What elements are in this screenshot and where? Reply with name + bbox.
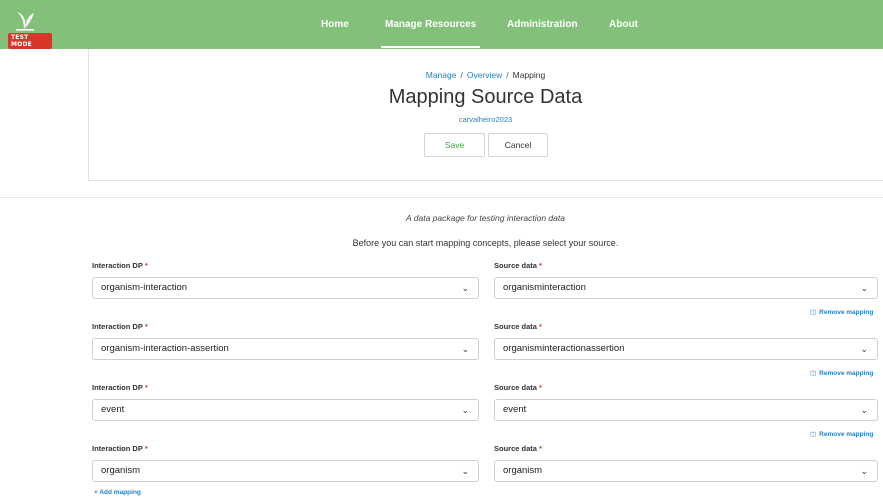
remove-mapping-button[interactable]: ◫ Remove mapping (810, 308, 873, 316)
package-description: A data package for testing interaction d… (406, 213, 565, 223)
test-mode-badge: TEST MODE (8, 33, 52, 49)
cancel-button[interactable]: Cancel (488, 133, 548, 157)
source-data-label: Source data * (494, 383, 542, 392)
chevron-down-icon: ⌄ (461, 283, 469, 293)
breadcrumb-overview[interactable]: Overview (467, 70, 502, 80)
interaction-dp-select[interactable]: event ⌄ (92, 399, 479, 421)
top-navigation-bar: TEST MODE Home Manage Resources Administ… (0, 0, 883, 49)
trash-icon: ◫ (810, 431, 817, 438)
dataset-id: carvalheiro2023 (458, 115, 513, 124)
breadcrumb: Manage / Overview / Mapping (88, 70, 883, 80)
nav-administration[interactable]: Administration (507, 0, 578, 49)
save-button[interactable]: Save (424, 133, 485, 157)
source-data-label: Source data * (494, 322, 542, 331)
remove-mapping-button[interactable]: ◫ Remove mapping (810, 430, 873, 438)
chevron-down-icon: ⌄ (860, 405, 868, 415)
interaction-dp-select[interactable]: organism-interaction-assertion ⌄ (92, 338, 479, 360)
mapping-instruction: Before you can start mapping concepts, p… (352, 238, 619, 248)
leaf-logo-icon (16, 12, 34, 31)
section-divider (0, 197, 883, 198)
add-mapping-button[interactable]: + Add mapping (94, 489, 141, 496)
nav-home[interactable]: Home (321, 0, 349, 49)
interaction-dp-select[interactable]: organism ⌄ (92, 460, 479, 482)
interaction-dp-select[interactable]: organism-interaction ⌄ (92, 277, 479, 299)
trash-icon: ◫ (810, 309, 817, 316)
chevron-down-icon: ⌄ (461, 466, 469, 476)
interaction-dp-label: Interaction DP * (92, 322, 148, 331)
chevron-down-icon: ⌄ (461, 405, 469, 415)
chevron-down-icon: ⌄ (461, 344, 469, 354)
nav-about[interactable]: About (609, 0, 638, 49)
chevron-down-icon: ⌄ (860, 344, 868, 354)
trash-icon: ◫ (810, 370, 817, 377)
nav-manage-resources[interactable]: Manage Resources (380, 0, 481, 49)
page-title: Mapping Source Data (388, 86, 583, 108)
source-data-select[interactable]: organisminteraction ⌄ (494, 277, 878, 299)
interaction-dp-label: Interaction DP * (92, 261, 148, 270)
source-data-select[interactable]: event ⌄ (494, 399, 878, 421)
source-data-select[interactable]: organisminteractionassertion ⌄ (494, 338, 878, 360)
chevron-down-icon: ⌄ (860, 466, 868, 476)
breadcrumb-separator: / (506, 70, 509, 80)
breadcrumb-current: Mapping (512, 70, 546, 80)
interaction-dp-label: Interaction DP * (92, 383, 148, 392)
app-logo[interactable]: TEST MODE (8, 6, 52, 49)
breadcrumb-manage[interactable]: Manage (426, 70, 457, 80)
source-data-label: Source data * (494, 261, 542, 270)
breadcrumb-separator: / (460, 70, 463, 80)
chevron-down-icon: ⌄ (860, 283, 868, 293)
interaction-dp-label: Interaction DP * (92, 444, 148, 453)
source-data-label: Source data * (494, 444, 542, 453)
remove-mapping-button[interactable]: ◫ Remove mapping (810, 369, 873, 377)
source-data-select[interactable]: organism ⌄ (494, 460, 878, 482)
